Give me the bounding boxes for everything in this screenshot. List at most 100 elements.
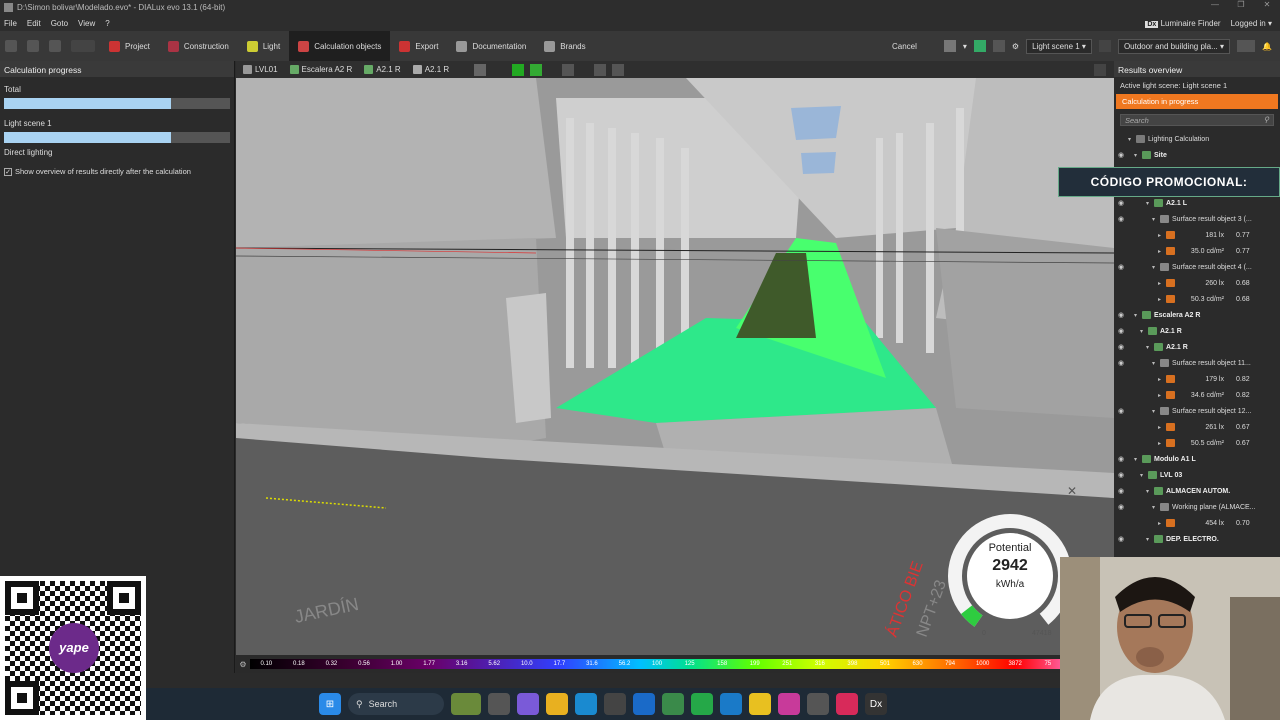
measure-icon[interactable] xyxy=(594,63,607,76)
result-value-row[interactable]: ▸ 260 lx 0.68 xyxy=(1118,275,1280,291)
canva-icon[interactable] xyxy=(778,693,800,715)
monitor-icon[interactable] xyxy=(1094,63,1106,76)
chrome-icon[interactable] xyxy=(749,693,771,715)
expand-arrow-icon[interactable]: ▾ xyxy=(1146,488,1154,495)
level-tag[interactable]: LVL01 xyxy=(240,65,281,74)
tab-light[interactable]: Light xyxy=(238,31,289,61)
result-value-row[interactable]: ▸ 261 lx 0.67 xyxy=(1118,419,1280,435)
whatsapp-icon[interactable] xyxy=(691,693,713,715)
gear-icon[interactable]: ⚙ xyxy=(1012,42,1019,51)
tree-node[interactable]: ◉ ▾ A2.1 R xyxy=(1118,323,1280,339)
close-window-icon[interactable]: ✕ xyxy=(1254,0,1280,9)
render-mode-icon[interactable] xyxy=(512,63,525,76)
cancel-button[interactable]: Cancel xyxy=(892,42,917,51)
eye-icon[interactable]: ◉ xyxy=(1118,407,1128,415)
minimize-icon[interactable]: — xyxy=(1202,0,1228,9)
light-scene-select[interactable]: Light scene 1 ▾ xyxy=(1026,38,1092,54)
expand-arrow-icon[interactable]: ▸ xyxy=(1158,280,1166,287)
store-icon[interactable] xyxy=(604,693,626,715)
app-icon[interactable] xyxy=(662,693,684,715)
expand-arrow-icon[interactable]: ▾ xyxy=(1152,264,1160,271)
result-value-row[interactable]: ▸ 179 lx 0.82 xyxy=(1118,371,1280,387)
redo-icon[interactable] xyxy=(27,40,39,52)
axis-icon[interactable] xyxy=(612,63,625,76)
obs-icon[interactable] xyxy=(807,693,829,715)
taskbar-search[interactable]: ⚲ Search xyxy=(348,693,444,715)
tab-documentation[interactable]: Documentation xyxy=(447,31,535,61)
tab-export[interactable]: Export xyxy=(390,31,447,61)
tree-node[interactable]: ◉ ▾ A2.1 L xyxy=(1118,195,1280,211)
vscode-icon[interactable] xyxy=(720,693,742,715)
expand-arrow-icon[interactable]: ▾ xyxy=(1152,216,1160,223)
scene-toggle-icon[interactable] xyxy=(1098,40,1111,52)
dialux-taskbar-icon[interactable]: Dx xyxy=(865,693,887,715)
tree-node[interactable]: ◉ ▾ DEP. ELECTRO. xyxy=(1118,531,1280,547)
eye-icon[interactable]: ◉ xyxy=(1118,215,1128,223)
menu-edit[interactable]: Edit xyxy=(27,19,41,28)
expand-arrow-icon[interactable]: ▾ xyxy=(1152,408,1160,415)
expand-arrow-icon[interactable]: ▾ xyxy=(1146,536,1154,543)
expand-arrow-icon[interactable]: ▸ xyxy=(1158,392,1166,399)
dropdown-arrow-icon[interactable]: ▾ xyxy=(963,42,967,51)
close-gauge-icon[interactable]: ✕ xyxy=(1067,484,1077,498)
bell-icon[interactable]: 🔔 xyxy=(1262,42,1272,51)
expand-arrow-icon[interactable]: ▾ xyxy=(1152,504,1160,511)
expand-arrow-icon[interactable]: ▸ xyxy=(1158,520,1166,527)
eye-icon[interactable]: ◉ xyxy=(1118,327,1128,335)
result-value-row[interactable]: ▸ 50.5 cd/m² 0.67 xyxy=(1118,435,1280,451)
expand-arrow-icon[interactable]: ▾ xyxy=(1134,312,1142,319)
tree-node[interactable]: ◉ ▾ ALMACEN AUTOM. xyxy=(1118,483,1280,499)
tree-node[interactable]: ◉ ▾ LVL 03 xyxy=(1118,467,1280,483)
undo-icon[interactable] xyxy=(5,40,17,52)
eye-icon[interactable]: ◉ xyxy=(1118,471,1128,479)
expand-arrow-icon[interactable]: ▸ xyxy=(1158,296,1166,303)
clear-icon[interactable] xyxy=(992,40,1005,52)
show-overview-checkbox[interactable]: ✓ Show overview of results directly afte… xyxy=(0,159,234,184)
expand-arrow-icon[interactable]: ▸ xyxy=(1158,232,1166,239)
expand-arrow-icon[interactable]: ▸ xyxy=(1158,248,1166,255)
tab-calculation-objects[interactable]: Calculation objects xyxy=(289,31,391,61)
scale-settings-icon[interactable]: ⚙ xyxy=(236,660,250,669)
tree-node[interactable]: ◉ ▾ Surface result object 4 (... xyxy=(1118,259,1280,275)
tree-node[interactable]: ◉ ▾ Modulo A1 L xyxy=(1118,451,1280,467)
expand-arrow-icon[interactable]: ▸ xyxy=(1158,440,1166,447)
expand-arrow-icon[interactable]: ▾ xyxy=(1128,136,1136,143)
eye-icon[interactable]: ◉ xyxy=(1118,503,1128,511)
tiktok-icon[interactable] xyxy=(836,693,858,715)
tree-node[interactable]: ◉ ▾ Surface result object 3 (... xyxy=(1118,211,1280,227)
outlook-icon[interactable] xyxy=(633,693,655,715)
eye-icon[interactable]: ◉ xyxy=(1118,455,1128,463)
windows-start-icon[interactable]: ⊞ xyxy=(319,693,341,715)
view-mode-select[interactable]: Outdoor and building pla... ▾ xyxy=(1117,38,1231,54)
task-view-icon[interactable] xyxy=(488,693,510,715)
eye-icon[interactable]: ◉ xyxy=(1118,535,1128,543)
expand-arrow-icon[interactable]: ▾ xyxy=(1146,200,1154,207)
tree-node[interactable]: ◉ ▾ Surface result object 12... xyxy=(1118,403,1280,419)
copilot-icon[interactable] xyxy=(517,693,539,715)
save-icon[interactable] xyxy=(49,40,61,52)
tree-node[interactable]: ◉ ▾ Escalera A2 R xyxy=(1118,307,1280,323)
expand-arrow-icon[interactable]: ▾ xyxy=(1134,152,1142,159)
tree-node[interactable]: ◉ ▾ Working plane (ALMACE... xyxy=(1118,499,1280,515)
object-tag-1[interactable]: Escalera A2 R xyxy=(287,65,356,74)
result-value-row[interactable]: ▸ 454 lx 0.70 xyxy=(1118,515,1280,531)
expand-arrow-icon[interactable]: ▾ xyxy=(1146,344,1154,351)
object-tag-3[interactable]: A2.1 R xyxy=(410,65,452,74)
widget-icon[interactable] xyxy=(451,693,481,715)
menu-goto[interactable]: Goto xyxy=(51,19,68,28)
tree-node[interactable]: ◉ ▾ Surface result object 11... xyxy=(1118,355,1280,371)
grid-icon[interactable] xyxy=(474,63,487,76)
result-value-row[interactable]: ▸ 35.0 cd/m² 0.77 xyxy=(1118,243,1280,259)
expand-arrow-icon[interactable]: ▸ xyxy=(1158,424,1166,431)
eye-icon[interactable]: ◉ xyxy=(1118,311,1128,319)
tab-brands[interactable]: Brands xyxy=(535,31,594,61)
calculate-icon[interactable] xyxy=(973,40,986,52)
eye-icon[interactable]: ◉ xyxy=(1118,151,1128,159)
result-value-row[interactable]: ▸ 50.3 cd/m² 0.68 xyxy=(1118,291,1280,307)
restore-icon[interactable]: ❐ xyxy=(1228,0,1254,9)
menu-help[interactable]: ? xyxy=(105,19,109,28)
nav-arrows-icon[interactable] xyxy=(71,40,95,52)
eye-icon[interactable]: ◉ xyxy=(1118,199,1128,207)
menu-file[interactable]: File xyxy=(4,19,17,28)
expand-arrow-icon[interactable]: ▾ xyxy=(1152,360,1160,367)
